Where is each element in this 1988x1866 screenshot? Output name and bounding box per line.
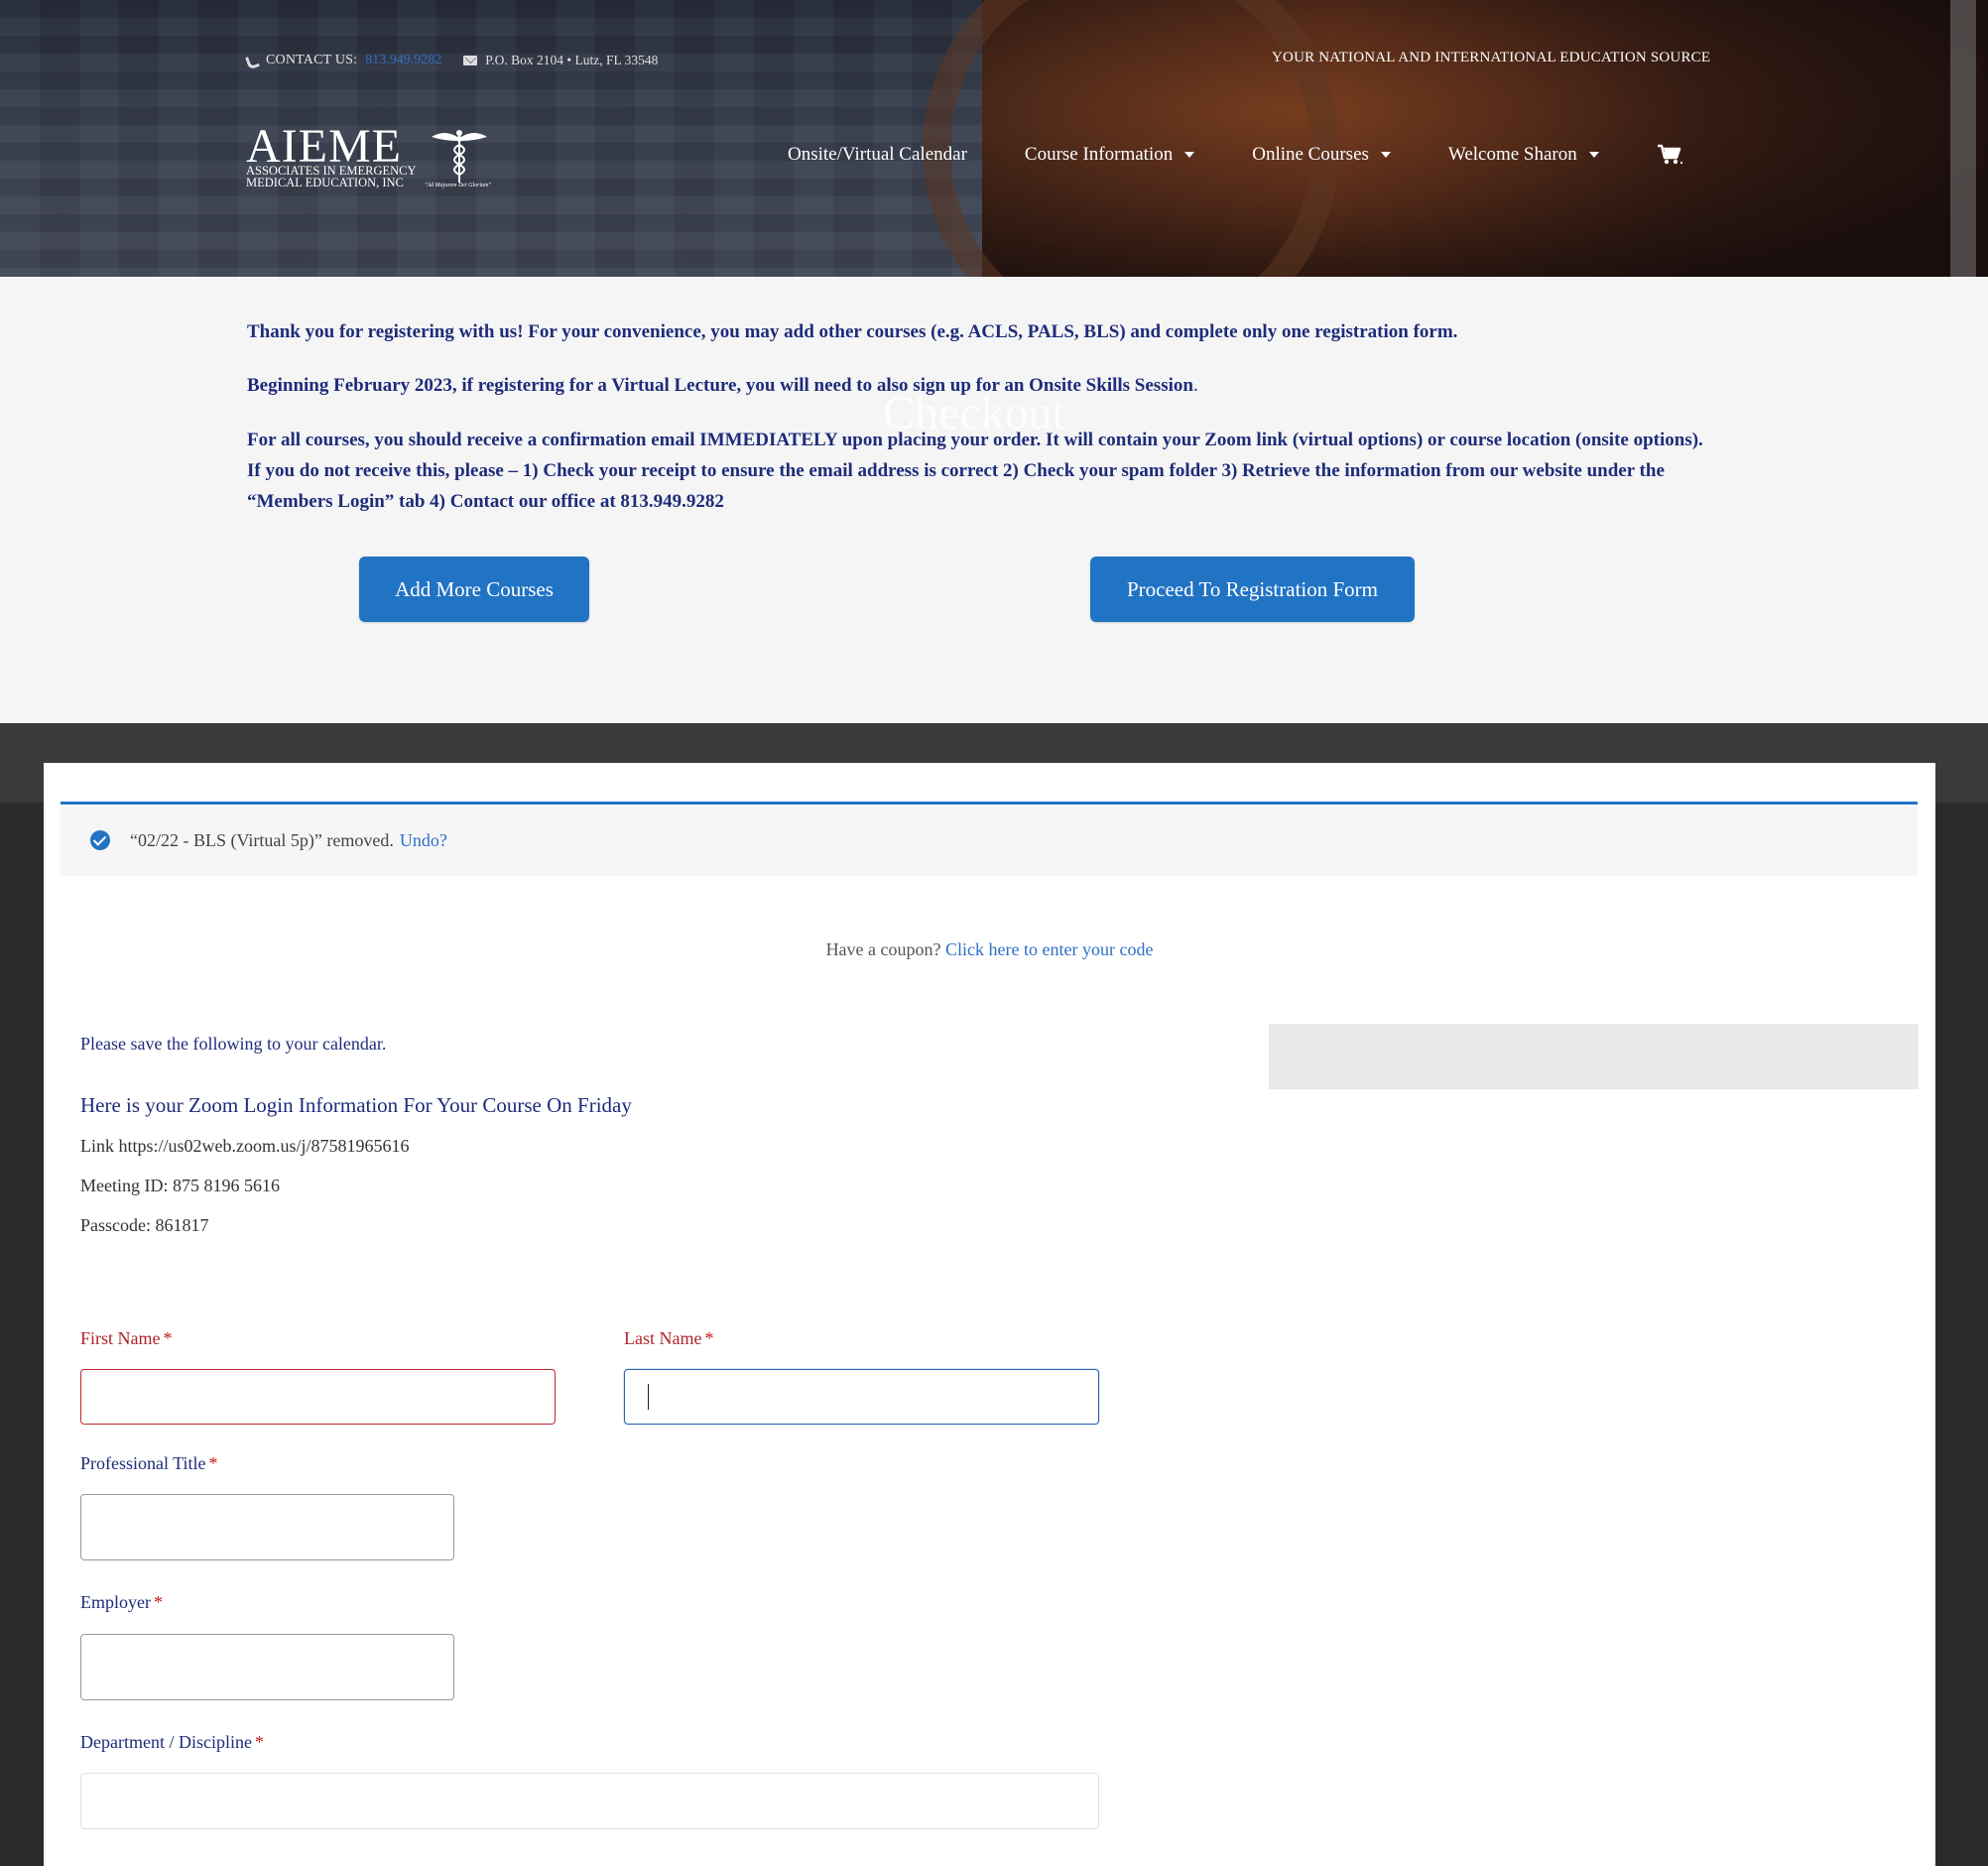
chevron-down-icon [1588, 152, 1599, 158]
site-tagline: YOUR NATIONAL AND INTERNATIONAL EDUCATIO… [1272, 50, 1711, 65]
registration-notice: Checkout Thank you for registering with … [0, 277, 1988, 723]
chevron-down-icon [1380, 152, 1391, 158]
text-cursor [648, 1384, 649, 1410]
notice-paragraph-1: Thank you for registering with us! For y… [247, 321, 1458, 342]
required-marker: * [153, 1592, 163, 1612]
cart-icon[interactable] [1657, 144, 1682, 166]
first-name-label: First Name * [80, 1328, 173, 1348]
order-summary-box [1269, 1024, 1919, 1089]
coupon-link[interactable]: Click here to enter your code [945, 939, 1153, 959]
required-marker: * [163, 1328, 173, 1348]
postal-address: P.O. Box 2104 • Lutz, FL 33548 [485, 53, 659, 67]
address-item: P.O. Box 2104 • Lutz, FL 33548 [463, 53, 658, 68]
nav-online-courses[interactable]: Online Courses [1252, 144, 1391, 166]
contact-phone-link[interactable]: 813.949.9282 [365, 53, 441, 68]
contact-label: CONTACT US: [266, 53, 358, 67]
zoom-link: Link https://us02web.zoom.us/j/875819656… [80, 1136, 410, 1156]
zoom-meeting-id: Meeting ID: 875 8196 5616 [80, 1176, 280, 1195]
checkout-card: “02/22 - BLS (Virtual 5p)” removed. Undo… [44, 763, 1935, 1866]
nav-welcome-user[interactable]: Welcome Sharon [1448, 144, 1599, 166]
logo-line-2: MEDICAL EDUCATION, INC [246, 176, 404, 189]
calendar-note: Please save the following to your calend… [80, 1034, 387, 1054]
check-circle-icon [90, 830, 110, 850]
first-name-input[interactable] [80, 1369, 556, 1425]
nav-welcome-label: Welcome Sharon [1447, 144, 1577, 165]
removed-item-alert: “02/22 - BLS (Virtual 5p)” removed. Undo… [61, 802, 1918, 876]
main-nav: Onsite/Virtual Calendar Course Informati… [788, 144, 1682, 166]
coupon-prompt: Have a coupon? Click here to enter your … [44, 939, 1935, 960]
notice-paragraph-3: For all courses, you should receive a co… [247, 430, 1703, 512]
caduceus-icon [432, 130, 487, 183]
zoom-passcode: Passcode: 861817 [80, 1215, 209, 1235]
mail-icon [463, 56, 478, 65]
last-name-input[interactable] [624, 1369, 1099, 1425]
header-scrollbar[interactable] [1950, 0, 1976, 277]
department-input[interactable] [80, 1773, 1099, 1829]
professional-title-input[interactable] [80, 1494, 454, 1560]
required-marker: * [254, 1732, 264, 1752]
nav-calendar-label: Onsite/Virtual Calendar [788, 144, 967, 165]
alert-message: “02/22 - BLS (Virtual 5p)” removed. [130, 829, 394, 850]
add-more-courses-button[interactable]: Add More Courses [359, 557, 589, 622]
top-contact-bar: CONTACT US: 813.949.9282 P.O. Box 2104 •… [246, 50, 658, 71]
nav-course-information-label: Course Information [1024, 144, 1174, 165]
coupon-question: Have a coupon? [825, 939, 941, 959]
employer-input[interactable] [80, 1634, 454, 1700]
professional-title-label: Professional Title * [80, 1453, 218, 1473]
required-marker: * [208, 1453, 218, 1473]
site-header: CONTACT US: 813.949.9282 P.O. Box 2104 •… [0, 0, 1988, 277]
nav-online-courses-label: Online Courses [1252, 144, 1369, 165]
nav-course-information[interactable]: Course Information [1024, 144, 1195, 166]
proceed-to-registration-button[interactable]: Proceed To Registration Form [1090, 557, 1415, 622]
zoom-info-heading: Here is your Zoom Login Information For … [80, 1093, 632, 1117]
notice-paragraph-2: Beginning February 2023, if registering … [247, 375, 1198, 396]
contact-item: CONTACT US: 813.949.9282 [246, 53, 441, 68]
department-label: Department / Discipline * [80, 1732, 264, 1752]
site-logo[interactable]: AIEME ASSOCIATES IN EMERGENCY MEDICAL ED… [246, 123, 494, 194]
last-name-label: Last Name * [624, 1328, 714, 1348]
employer-label: Employer * [80, 1592, 163, 1612]
chevron-down-icon [1184, 152, 1195, 158]
phone-icon [246, 55, 258, 66]
required-marker: * [704, 1328, 714, 1348]
undo-link[interactable]: Undo? [400, 830, 447, 851]
nav-calendar[interactable]: Onsite/Virtual Calendar [788, 144, 967, 166]
logo-motto: "Ad Majorem Dei Gloriam" [425, 183, 491, 188]
